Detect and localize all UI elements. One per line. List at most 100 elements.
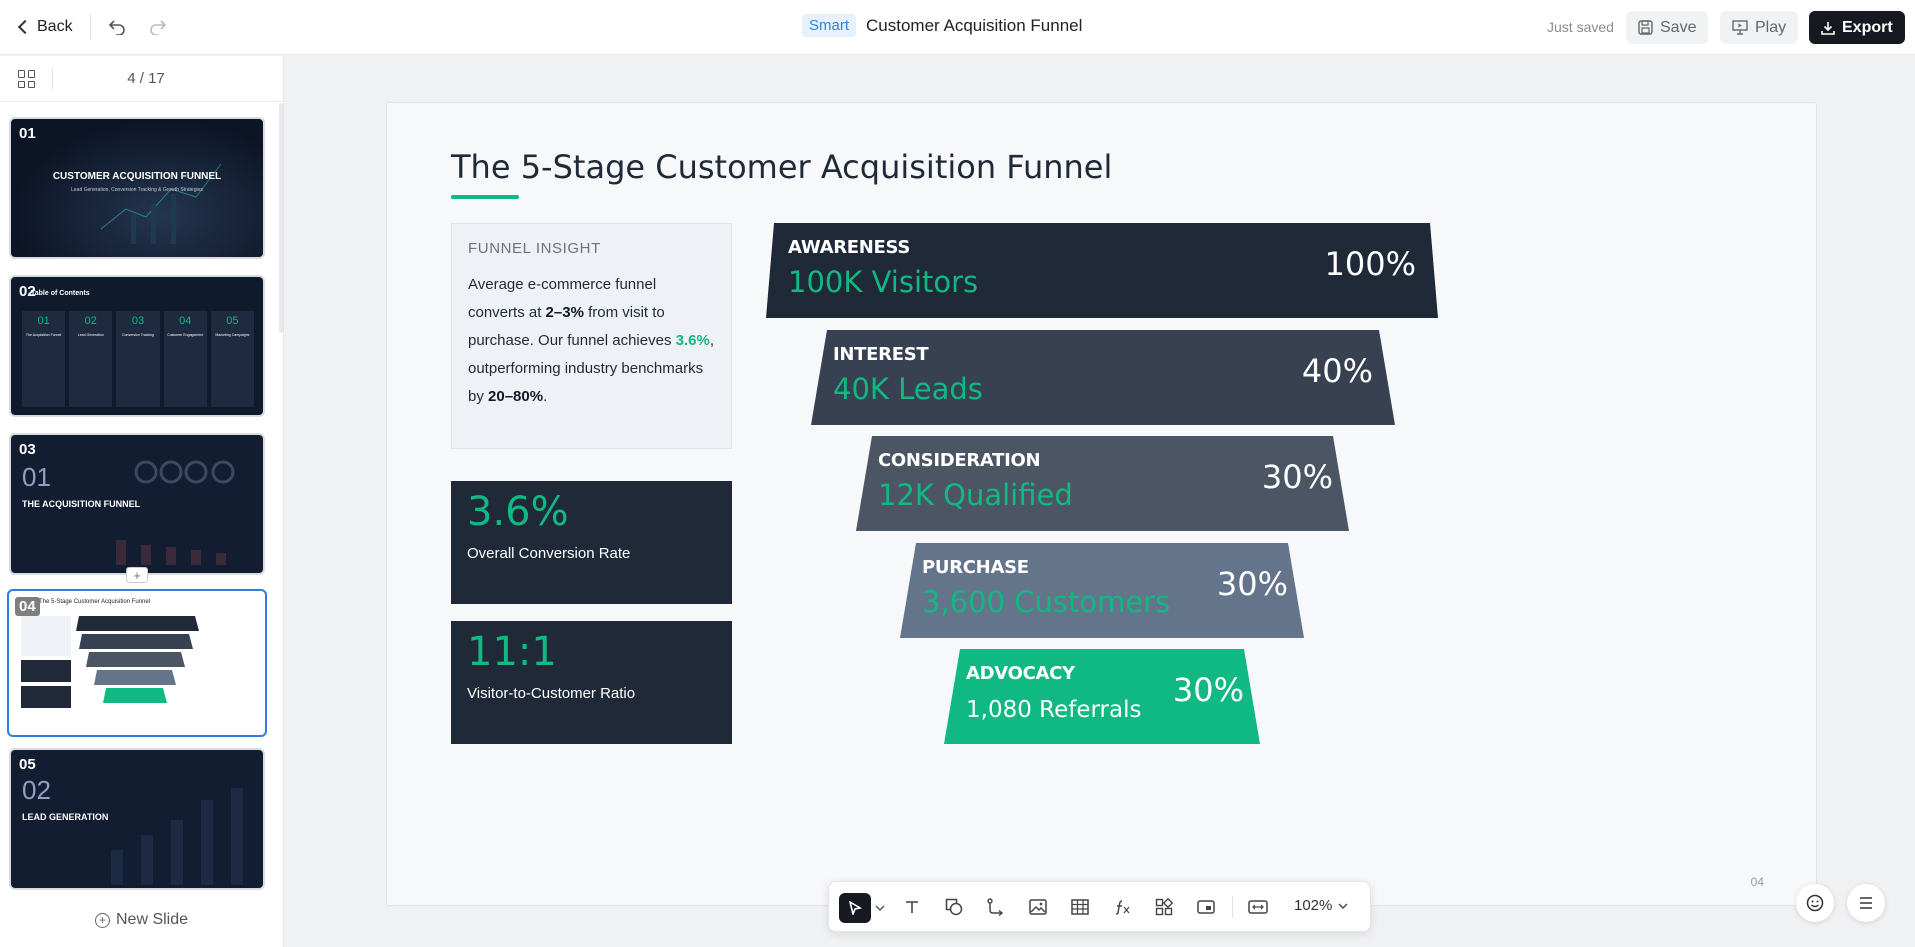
toc-column: 05 Marketing Campaigns [210, 311, 255, 407]
slide-thumbnail-4[interactable]: 04 The 5-Stage Customer Acquisition Funn… [7, 589, 267, 737]
funnel-stage-advocacy[interactable]: ADVOCACY 1,080 Referrals 30% [944, 649, 1260, 744]
divider [1232, 896, 1233, 918]
cursor-icon [848, 901, 862, 915]
export-label: Export [1842, 18, 1893, 36]
sidebar-header: 4 / 17 [0, 56, 283, 102]
redo-icon [150, 20, 167, 35]
top-bar: Back Smart Customer Acquisition Funnel J… [0, 0, 1915, 55]
feedback-button[interactable] [1796, 884, 1834, 922]
stat-card-conversion[interactable]: 3.6% Overall Conversion Rate [451, 481, 732, 604]
fit-to-screen-button[interactable] [1245, 894, 1271, 920]
slide-thumbnail-1[interactable]: 01 CUSTOMER ACQUISITION FUNNEL Lead Gene… [9, 117, 265, 259]
insight-body: Average e-commerce funnel converts at 2–… [468, 276, 714, 405]
connector-icon [987, 898, 1004, 916]
stage-value: 12K Qualified [878, 478, 1073, 512]
toc-column: 01 The Acquisition Funnel [22, 311, 66, 407]
image-icon [1029, 899, 1047, 915]
save-button[interactable]: Save [1626, 11, 1709, 44]
redo-button[interactable] [145, 14, 171, 40]
chevron-down-icon[interactable] [875, 904, 885, 912]
stage-value: 40K Leads [833, 372, 983, 406]
menu-button[interactable] [1847, 884, 1885, 922]
thumbnail-title: Table of Contents [31, 290, 90, 297]
undo-icon [108, 20, 125, 35]
stage-percentage: 100% [1324, 245, 1416, 283]
stat-label: Overall Conversion Rate [467, 545, 631, 562]
smart-badge: Smart [802, 14, 857, 37]
funnel-stage-consideration[interactable]: CONSIDERATION 12K Qualified 30% [856, 436, 1349, 531]
toc-column: 03 Conversion Tracking [116, 311, 160, 407]
slide-title[interactable]: The 5-Stage Customer Acquisition Funnel [451, 148, 1112, 186]
chevron-left-icon [17, 19, 33, 35]
thumbnail-background-graphic [111, 788, 243, 885]
slide-sidebar: 4 / 17 01 CUSTOMER ACQUISITION FUNNEL Le… [0, 56, 284, 947]
funnel-insight-box[interactable]: FUNNEL INSIGHT Average e-commerce funnel… [451, 223, 732, 449]
shape-tool[interactable] [941, 894, 967, 920]
document-title-area: Smart Customer Acquisition Funnel [802, 14, 1082, 37]
thumbnail-number: 02 [19, 283, 36, 300]
stat-label: Visitor-to-Customer Ratio [467, 685, 636, 702]
stage-percentage: 40% [1301, 352, 1373, 390]
save-status: Just saved [1547, 19, 1614, 35]
presentation-icon [1732, 20, 1748, 35]
thumbnail-background-graphic [116, 460, 235, 565]
thumbnail-number: 03 [19, 441, 36, 458]
thumbnail-number: 05 [19, 756, 36, 773]
insight-heading: FUNNEL INSIGHT [468, 240, 601, 257]
formula-icon [1115, 900, 1130, 915]
formula-tool[interactable] [1109, 894, 1135, 920]
insert-slide-button[interactable]: + [126, 567, 148, 583]
play-label: Play [1755, 18, 1787, 36]
table-tool[interactable] [1067, 894, 1093, 920]
table-icon [1071, 899, 1089, 915]
thumbnail-number: 04 [15, 597, 40, 616]
back-label: Back [37, 18, 73, 35]
undo-button[interactable] [104, 14, 130, 40]
text-icon [906, 901, 918, 913]
funnel-stage-awareness[interactable]: AWARENESS 100K Visitors 100% [766, 223, 1438, 318]
document-title[interactable]: Customer Acquisition Funnel [866, 16, 1082, 36]
sidebar-scrollbar[interactable] [279, 103, 283, 333]
components-icon [1155, 898, 1173, 916]
funnel-stage-purchase[interactable]: PURCHASE 3,600 Customers 30% [900, 543, 1304, 638]
text-tool[interactable] [899, 894, 925, 920]
export-button[interactable]: Export [1809, 11, 1905, 44]
fit-width-icon [1248, 900, 1268, 914]
play-button[interactable]: Play [1720, 11, 1799, 44]
new-slide-label: New Slide [115, 911, 189, 928]
thumbnail-toc-columns: 01 The Acquisition Funnel 02 Lead Generati… [22, 311, 255, 407]
thumbnail-funnel-graphic [21, 616, 199, 708]
new-slide-button[interactable]: + New Slide [0, 911, 283, 929]
zoom-control[interactable]: 102% [1294, 897, 1348, 914]
slide-thumbnail-2[interactable]: 02 Table of Contents 01 The Acquisition F… [9, 275, 265, 417]
connector-tool[interactable] [983, 894, 1009, 920]
embed-icon [1197, 900, 1215, 914]
slide-thumbnail-5[interactable]: 05 02 LEAD GENERATION [9, 748, 265, 890]
stage-name: PURCHASE [922, 557, 1029, 578]
stat-value: 11:1 [467, 629, 557, 675]
download-icon [1821, 21, 1835, 35]
components-tool[interactable] [1151, 894, 1177, 920]
stage-percentage: 30% [1172, 671, 1244, 709]
embed-tool[interactable] [1193, 894, 1219, 920]
slide-canvas[interactable]: The 5-Stage Customer Acquisition Funnel … [386, 102, 1817, 906]
divider [90, 14, 91, 40]
slide-thumbnail-3[interactable]: 03 01 THE ACQUISITION FUNNEL [9, 433, 265, 575]
grid-view-icon[interactable] [18, 70, 36, 88]
stage-value: 100K Visitors [788, 265, 979, 299]
stat-card-ratio[interactable]: 11:1 Visitor-to-Customer Ratio [451, 621, 732, 744]
stage-value: 1,080 Referrals [966, 697, 1142, 723]
page-counter: 4 / 17 [127, 70, 165, 87]
image-tool[interactable] [1025, 894, 1051, 920]
save-icon [1638, 20, 1653, 35]
stage-name: AWARENESS [788, 237, 911, 258]
title-accent-bar [451, 195, 519, 199]
editing-toolbar: 102% [828, 881, 1371, 932]
divider [52, 68, 53, 90]
plus-icon: + [94, 912, 110, 928]
funnel-stage-interest[interactable]: INTEREST 40K Leads 40% [811, 330, 1395, 425]
zoom-level: 102% [1294, 897, 1333, 914]
back-button[interactable]: Back [16, 15, 73, 39]
select-tool[interactable] [839, 893, 871, 923]
stage-percentage: 30% [1216, 565, 1288, 603]
